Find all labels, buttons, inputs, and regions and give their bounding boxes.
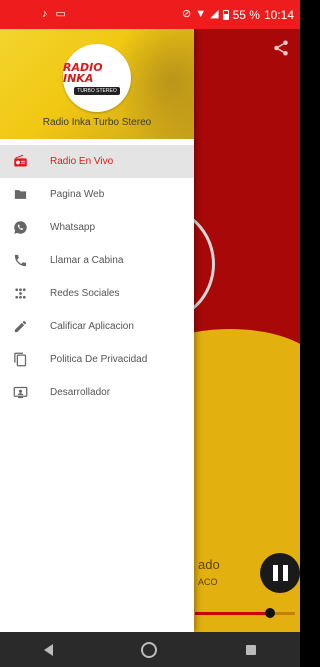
- wifi-icon: ▼: [195, 8, 207, 20]
- share-icon[interactable]: [272, 39, 290, 57]
- menu-item-desarrollador[interactable]: Desarrollador: [0, 376, 194, 409]
- folder-icon: [12, 187, 28, 203]
- menu-item-redes-sociales[interactable]: Redes Sociales: [0, 277, 194, 310]
- battery-text: 55 %: [232, 7, 260, 22]
- logo-text: RADIO INKA: [63, 60, 103, 85]
- menu-item-llamar-a-cabina[interactable]: Llamar a Cabina: [0, 244, 194, 277]
- navigation-drawer: RADIO INKA TURBO STEREO Radio Inka Turbo…: [0, 29, 194, 632]
- radio-icon: [12, 154, 28, 170]
- copy-icon: [12, 352, 28, 368]
- battery-icon: [222, 9, 229, 20]
- music-note-icon: ♪: [42, 8, 48, 20]
- drawer-header: RADIO INKA TURBO STEREO Radio Inka Turbo…: [0, 29, 194, 139]
- pencil-icon: [12, 319, 28, 335]
- home-icon[interactable]: [141, 641, 158, 658]
- social-icon: [12, 286, 28, 302]
- menu-item-label: Llamar a Cabina: [50, 255, 124, 266]
- pause-bar: [282, 565, 288, 581]
- signal-icon: ◢: [210, 8, 219, 20]
- clock-text: 10:14: [263, 7, 294, 22]
- menu-item-label: Politica De Privacidad: [50, 354, 148, 365]
- menu-item-calificar-aplicacion[interactable]: Calificar Aplicacion: [0, 310, 194, 343]
- progress-played: [195, 612, 270, 615]
- menu-item-whatsapp[interactable]: Whatsapp: [0, 211, 194, 244]
- menu-item-pagina-web[interactable]: Pagina Web: [0, 178, 194, 211]
- menu-item-label: Radio En Vivo: [50, 156, 114, 167]
- recent-apps-icon[interactable]: [245, 644, 256, 655]
- whatsapp-icon: [12, 220, 28, 236]
- track-subtitle: ACO: [198, 577, 218, 587]
- drawer-menu: Radio En Vivo Pagina Web Whatsapp Llamar…: [0, 145, 194, 409]
- station-name: Radio Inka Turbo Stereo: [42, 117, 152, 128]
- decorative-dot: [215, 333, 224, 342]
- track-title: ado: [198, 557, 220, 572]
- back-icon[interactable]: [44, 643, 54, 656]
- laptop-icon: ▭: [55, 8, 66, 20]
- pause-button[interactable]: [260, 553, 300, 593]
- station-logo: RADIO INKA TURBO STEREO: [63, 44, 131, 112]
- logo-subtext: TURBO STEREO: [74, 86, 120, 95]
- pause-bar: [272, 565, 278, 581]
- menu-item-label: Pagina Web: [50, 189, 105, 200]
- menu-item-label: Whatsapp: [50, 222, 96, 233]
- menu-item-label: Calificar Aplicacion: [50, 321, 134, 332]
- status-bar: ♪ ▭ ⊘ ▼ ◢ 55 % 10:14: [0, 0, 300, 29]
- menu-item-label: Redes Sociales: [50, 288, 120, 299]
- menu-item-politica-de-privacidad[interactable]: Politica De Privacidad: [0, 343, 194, 376]
- system-navigation-bar: [0, 632, 300, 667]
- progress-bar[interactable]: [195, 608, 295, 618]
- phone-icon: [12, 253, 28, 269]
- menu-item-radio-en-vivo[interactable]: Radio En Vivo: [0, 145, 194, 178]
- progress-knob[interactable]: [265, 608, 275, 618]
- mute-icon: ⊘: [182, 8, 192, 20]
- menu-item-label: Desarrollador: [50, 387, 111, 398]
- developer-icon: [12, 385, 28, 401]
